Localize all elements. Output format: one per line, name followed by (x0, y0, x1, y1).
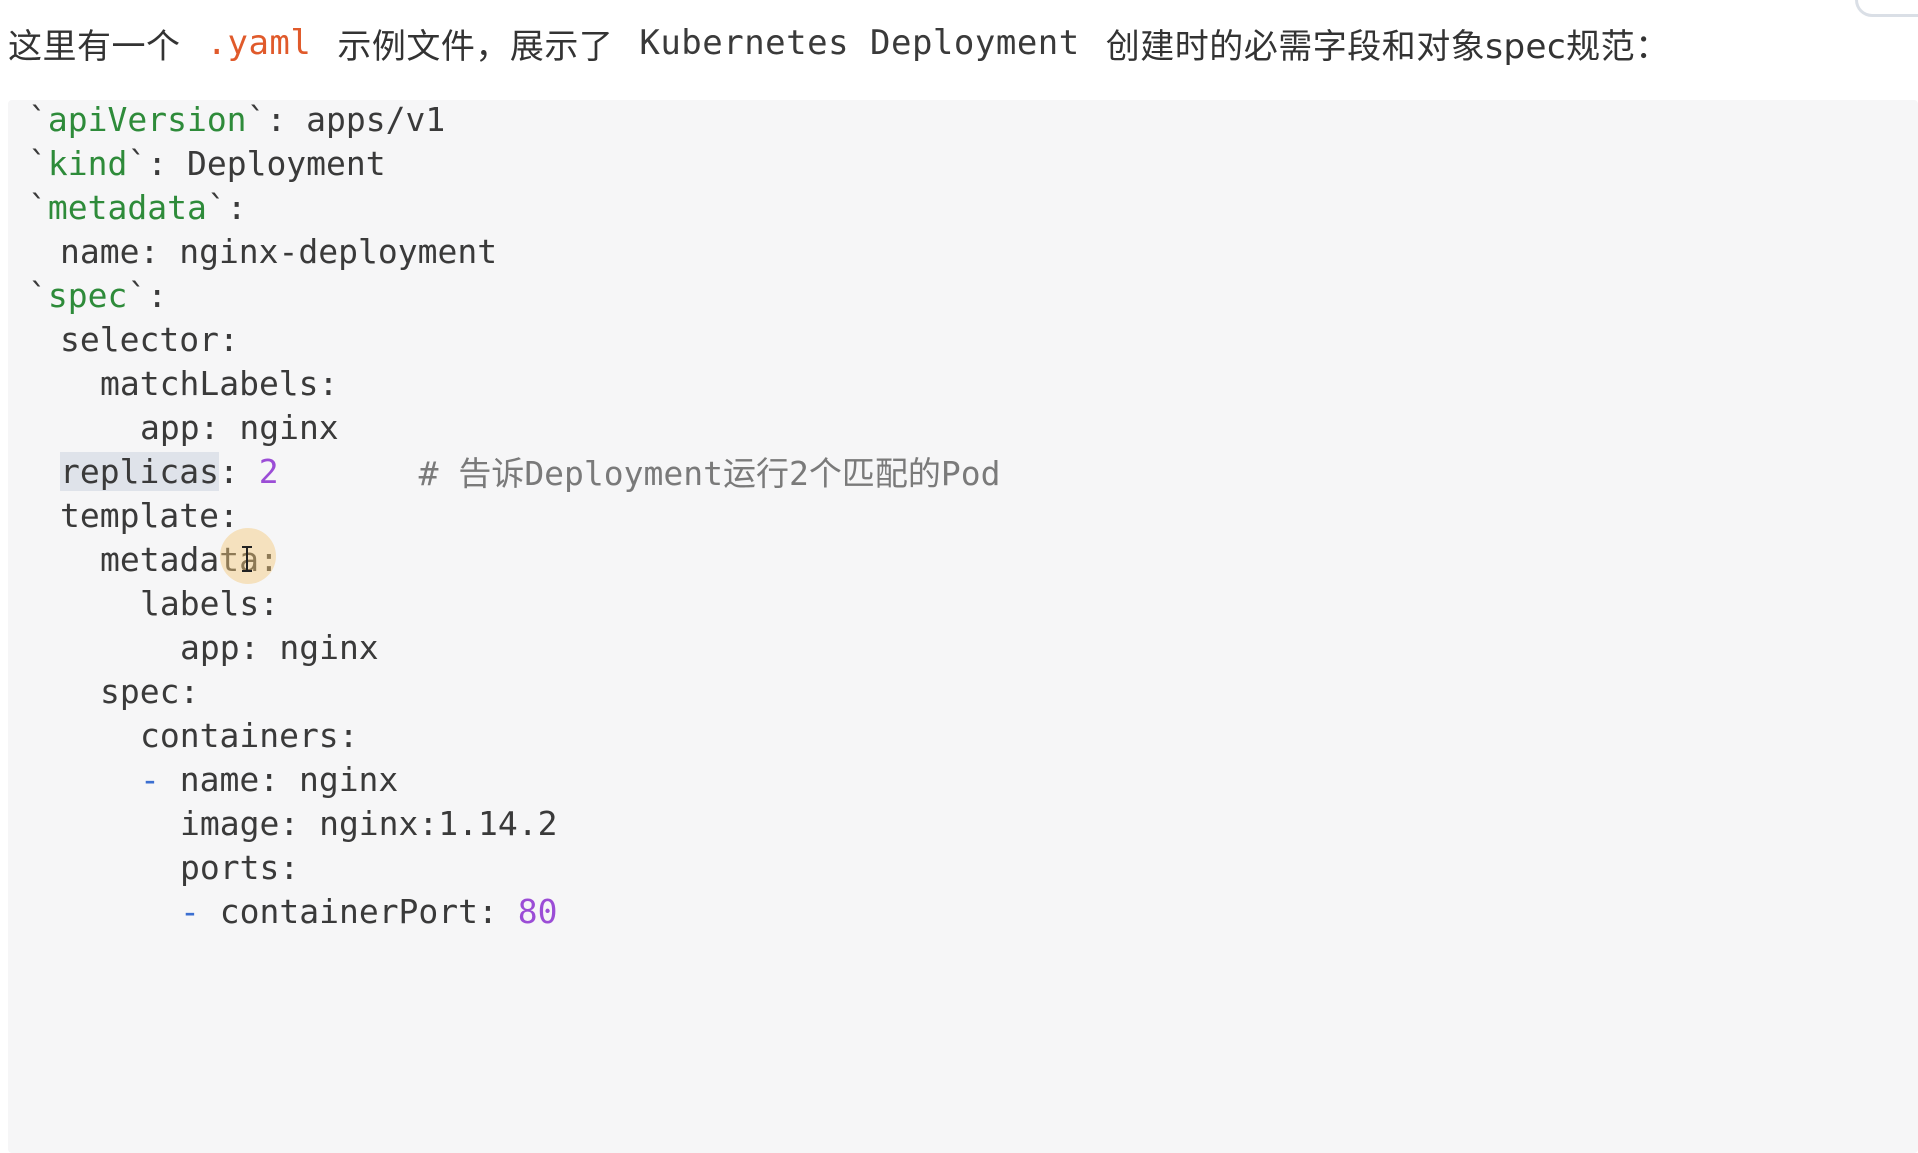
apiversion-value: apps/v1 (306, 99, 446, 139)
intro-text-2: 示例文件，展示了 (337, 26, 614, 67)
containerport-value: 80 (517, 891, 558, 931)
list-dash: - (180, 891, 200, 931)
intro-text-1: 这里有一个 (8, 26, 181, 67)
kubernetes-deployment-inline-code: Kubernetes Deployment (639, 23, 1080, 63)
code-line-containerport: - containerPort: 80 (180, 884, 558, 938)
intro-text-3: 创建时的必需字段和对象spec规范： (1105, 26, 1670, 67)
replicas-value: 2 (258, 451, 279, 491)
kind-value: Deployment (186, 143, 386, 183)
replicas-selected-text: replicas (60, 451, 219, 491)
replicas-comment: # 告诉Deployment运行2个匹配的Pod (418, 454, 1001, 493)
yaml-code-block[interactable]: ` apiVersion `: apps/v1 ` kind `: Deployment… (8, 100, 1918, 1153)
yaml-extension-inline-code: .yaml (206, 23, 312, 63)
container-name: name: nginx (179, 759, 399, 799)
containerport-key: containerPort: (219, 891, 498, 931)
list-dash: - (140, 759, 160, 799)
metadata-key: metadata (47, 187, 207, 227)
code-line-labels-app: app: nginx (180, 627, 379, 667)
kind-key: kind (47, 143, 128, 183)
spec-key: spec (47, 275, 128, 315)
window-corner-decoration (1855, 0, 1918, 17)
intro-paragraph: 这里有一个 .yaml 示例文件，展示了 Kubernetes Deployme… (8, 18, 1670, 68)
apiversion-key: apiVersion (47, 99, 247, 139)
